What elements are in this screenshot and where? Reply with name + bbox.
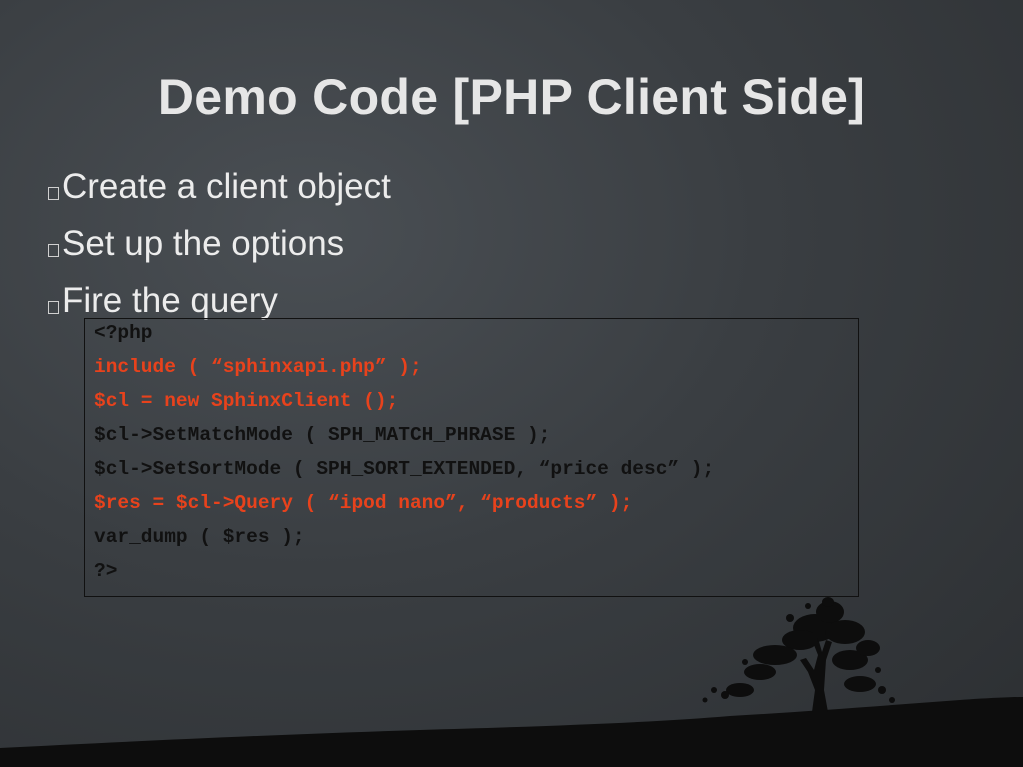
slide: Demo Code [PHP Client Side] Create a cli… bbox=[0, 0, 1023, 767]
tree-silhouette-icon bbox=[0, 597, 1023, 767]
